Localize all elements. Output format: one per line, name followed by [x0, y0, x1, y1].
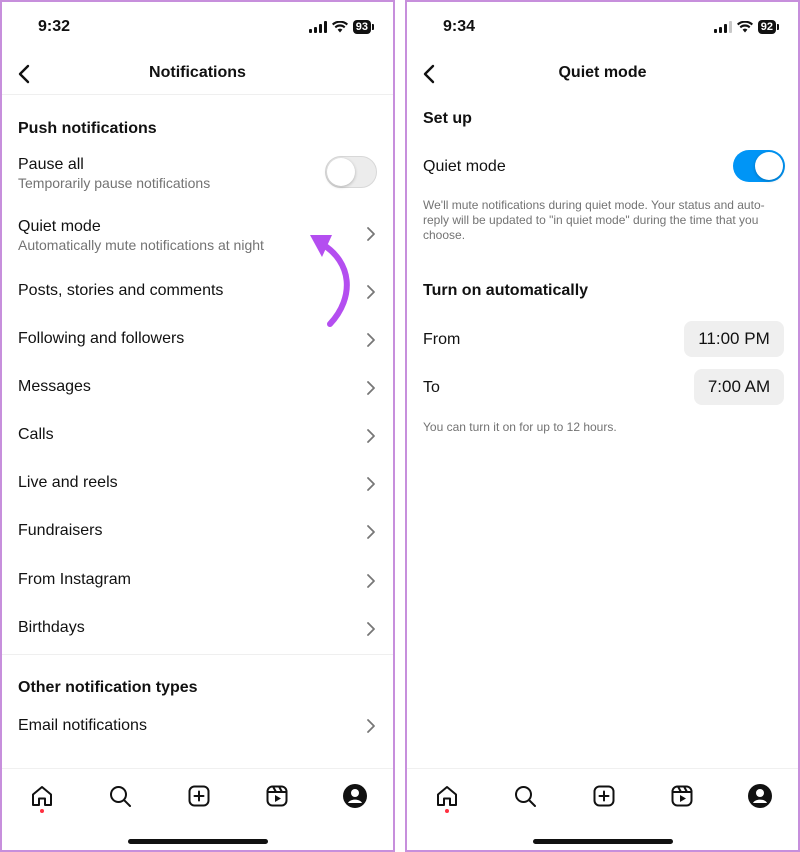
row-subtitle: Temporarily pause notifications — [18, 175, 211, 191]
section-header-setup: Set up — [423, 110, 472, 127]
page-title: Notifications — [149, 64, 246, 81]
status-bar: 9:34 92 — [407, 2, 798, 52]
chevron-right-icon — [367, 574, 375, 588]
signal-icon — [713, 21, 732, 33]
quiet-mode-toggle[interactable] — [733, 150, 785, 182]
divider — [2, 654, 393, 655]
chevron-right-icon — [367, 285, 375, 299]
quiet-mode-screen: 9:34 92 Quiet mode Set up Quiet mode We'… — [405, 0, 800, 852]
chevron-left-icon — [423, 64, 435, 84]
row-title: Calls — [18, 426, 54, 443]
create-icon — [593, 785, 615, 807]
wifi-icon — [736, 21, 753, 33]
create-icon — [188, 785, 210, 807]
nav-bar: Quiet mode — [407, 54, 798, 94]
list-item-fundraisers[interactable]: Fundraisers — [2, 517, 393, 547]
signal-icon — [308, 21, 327, 33]
tab-create[interactable] — [184, 781, 214, 811]
list-item-email[interactable]: Email notifications — [2, 711, 393, 741]
row-title: Quiet mode — [18, 218, 101, 235]
wifi-icon — [331, 21, 348, 33]
home-icon — [437, 786, 457, 806]
annotation-arrow — [310, 235, 350, 327]
tab-profile[interactable] — [745, 781, 775, 811]
tab-create[interactable] — [589, 781, 619, 811]
status-icons: 92 — [713, 20, 780, 34]
section-header-auto: Turn on automatically — [423, 282, 589, 299]
section-header-push: Push notifications — [18, 120, 157, 137]
status-bar: 9:32 93 — [2, 2, 393, 52]
row-title: Birthdays — [18, 619, 85, 636]
row-title: Live and reels — [18, 474, 118, 491]
to-time-picker[interactable]: 7:00 AM — [694, 369, 784, 405]
home-indicator — [532, 839, 673, 844]
tab-reels[interactable] — [262, 781, 292, 811]
chevron-left-icon — [18, 64, 30, 84]
chevron-right-icon — [367, 333, 375, 347]
chevron-right-icon — [367, 429, 375, 443]
status-time: 9:32 — [38, 18, 71, 35]
from-time-picker[interactable]: 11:00 PM — [684, 321, 784, 357]
row-title: Following and followers — [18, 330, 185, 347]
battery-indicator: 92 — [757, 20, 780, 34]
chevron-right-icon — [367, 719, 375, 733]
search-icon — [110, 786, 131, 807]
tab-search[interactable] — [105, 781, 135, 811]
search-icon — [515, 786, 536, 807]
pause-all-toggle[interactable] — [325, 156, 377, 188]
row-title: Messages — [18, 378, 91, 395]
duration-note: You can turn it on for up to 12 hours. — [423, 420, 617, 434]
pause-all-row[interactable]: Pause all Temporarily pause notification… — [2, 150, 393, 202]
list-item-from-instagram[interactable]: From Instagram — [2, 566, 393, 596]
notification-dot — [445, 809, 449, 813]
back-button[interactable] — [415, 60, 443, 88]
section-header-other: Other notification types — [18, 679, 198, 696]
row-title: Pause all — [18, 156, 84, 173]
reels-icon — [671, 785, 693, 807]
row-subtitle: Automatically mute notifications at nigh… — [18, 237, 264, 253]
list-item-live-reels[interactable]: Live and reels — [2, 469, 393, 499]
home-indicator — [127, 839, 268, 844]
tab-home[interactable] — [27, 781, 57, 811]
from-label: From — [423, 331, 461, 348]
chevron-right-icon — [367, 227, 375, 241]
list-item-messages[interactable]: Messages — [2, 373, 393, 403]
to-label: To — [423, 379, 440, 396]
tab-home[interactable] — [432, 781, 462, 811]
notifications-screen: 9:32 93 Notifications Push notifications… — [0, 0, 395, 852]
row-title: Quiet mode — [423, 158, 506, 175]
tab-profile[interactable] — [340, 781, 370, 811]
status-icons: 93 — [308, 20, 375, 34]
tab-bar — [2, 768, 393, 850]
list-item-birthdays[interactable]: Birthdays — [2, 614, 393, 644]
profile-icon — [748, 784, 772, 808]
row-title: From Instagram — [18, 571, 131, 588]
from-row: From 11:00 PM — [407, 320, 798, 358]
divider — [2, 94, 393, 95]
tab-search[interactable] — [510, 781, 540, 811]
notification-dot — [40, 809, 44, 813]
nav-bar: Notifications — [2, 54, 393, 94]
row-title: Fundraisers — [18, 522, 103, 539]
tab-reels[interactable] — [667, 781, 697, 811]
page-title: Quiet mode — [558, 64, 647, 81]
chevron-right-icon — [367, 622, 375, 636]
chevron-right-icon — [367, 381, 375, 395]
status-time: 9:34 — [443, 18, 476, 35]
quiet-mode-description: We'll mute notifications during quiet mo… — [423, 198, 765, 242]
chevron-right-icon — [367, 525, 375, 539]
chevron-right-icon — [367, 477, 375, 491]
home-icon — [32, 786, 52, 806]
back-button[interactable] — [10, 60, 38, 88]
row-title: Posts, stories and comments — [18, 282, 224, 299]
battery-indicator: 93 — [352, 20, 375, 34]
reels-icon — [266, 785, 288, 807]
quiet-mode-toggle-row: Quiet mode — [407, 148, 798, 184]
tab-bar — [407, 768, 798, 850]
profile-icon — [343, 784, 367, 808]
list-item-calls[interactable]: Calls — [2, 421, 393, 451]
to-row: To 7:00 AM — [407, 369, 798, 407]
row-title: Email notifications — [18, 717, 147, 734]
